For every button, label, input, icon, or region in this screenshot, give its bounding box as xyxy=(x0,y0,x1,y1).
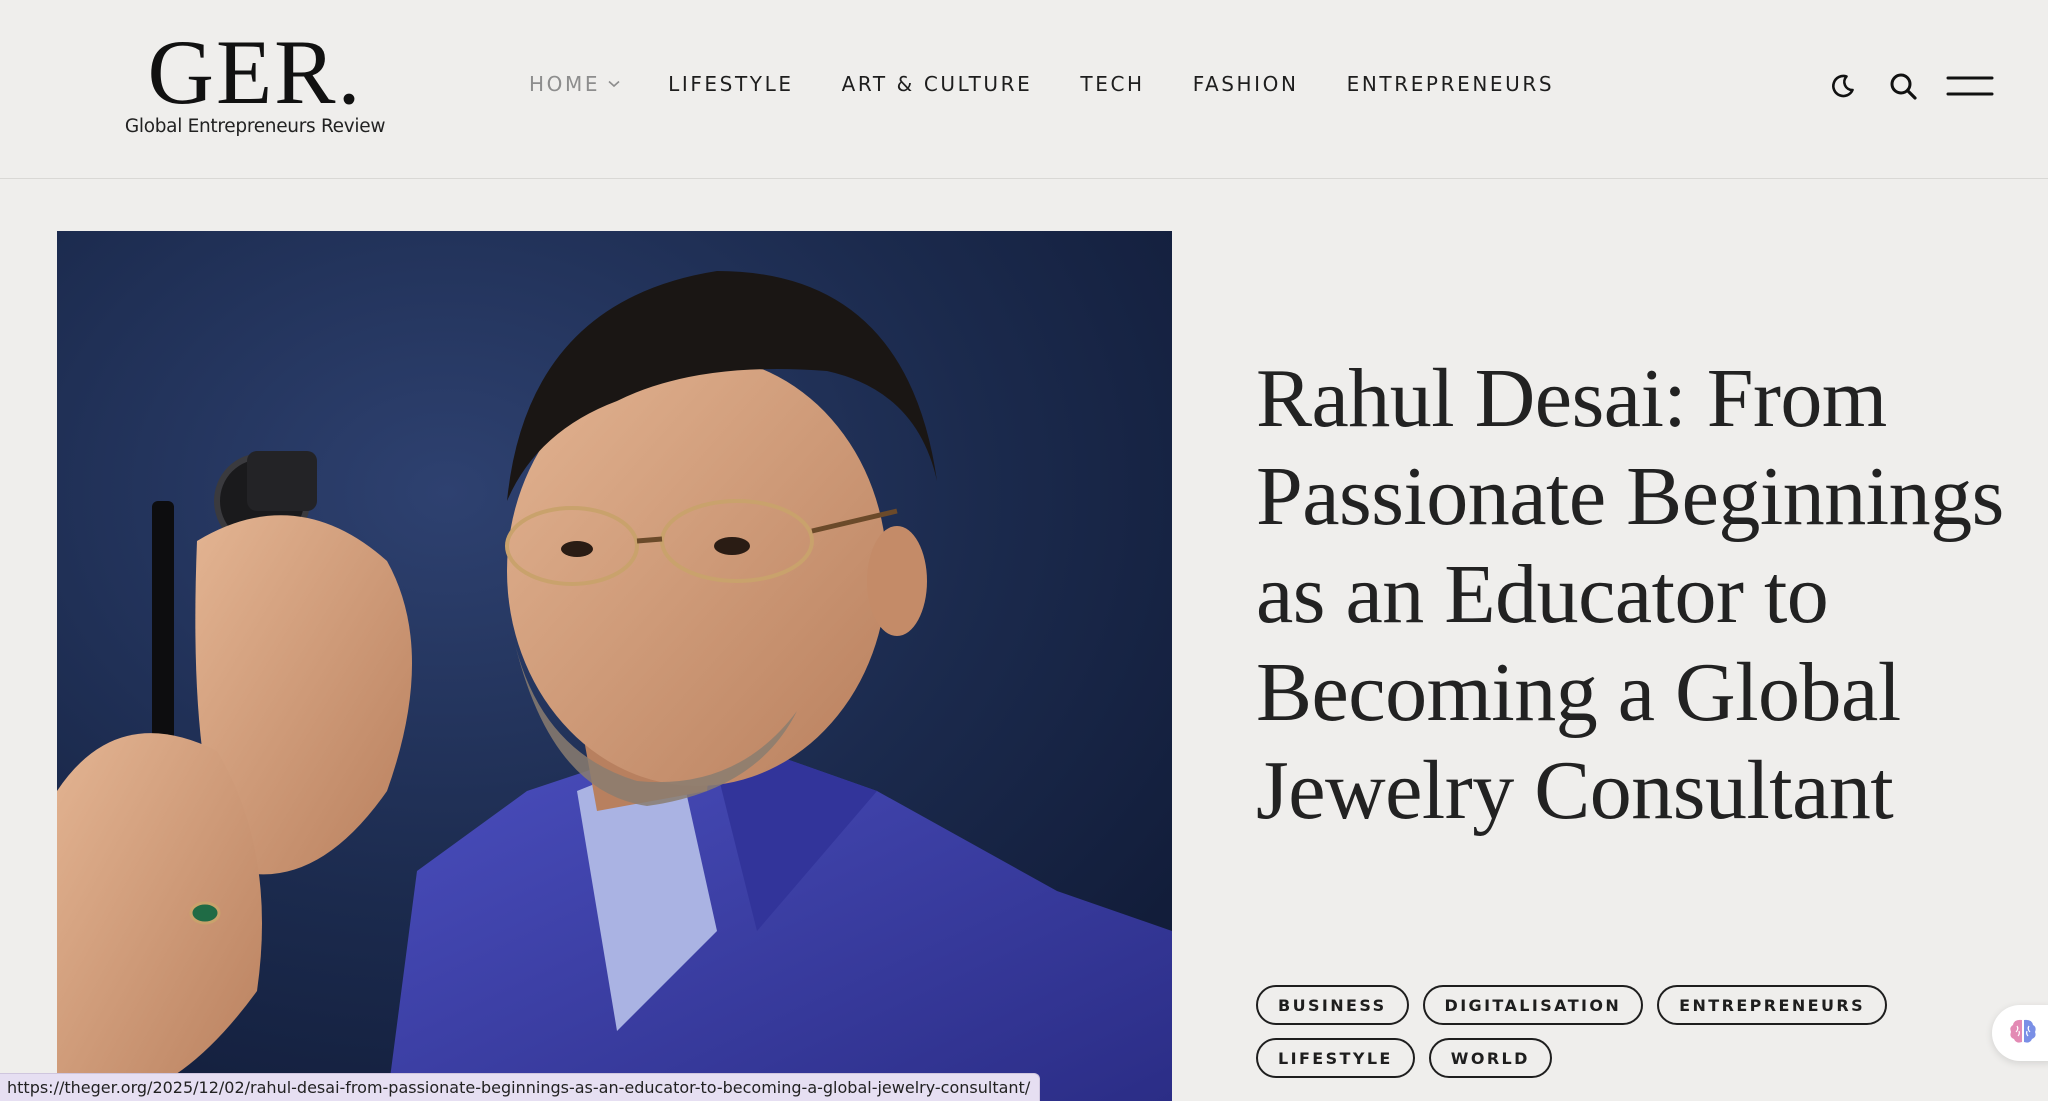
logo-mark: GER. xyxy=(147,21,363,123)
chevron-down-icon xyxy=(608,80,620,88)
logo-tagline: Global Entrepreneurs Review xyxy=(124,116,386,137)
floating-assistant-widget[interactable] xyxy=(1992,1005,2048,1061)
article-hero-image[interactable] xyxy=(57,231,1172,1101)
tag-lifestyle[interactable]: LIFESTYLE xyxy=(1256,1038,1415,1078)
nav-item-home[interactable]: HOME xyxy=(529,72,620,96)
search-icon[interactable] xyxy=(1889,72,1917,105)
article-title: Rahul Desai: From Passionate Beginnings … xyxy=(1256,352,2004,837)
nav-item-label: FASHION xyxy=(1192,72,1299,96)
nav-item-label: HOME xyxy=(529,72,601,96)
site-header: GER. Global Entrepreneurs Review HOME LI… xyxy=(0,0,2048,179)
site-logo[interactable]: GER. Global Entrepreneurs Review xyxy=(120,21,390,140)
status-bar-url: https://theger.org/2025/12/02/rahul-desa… xyxy=(0,1073,1041,1101)
article-header: Rahul Desai: From Passionate Beginnings … xyxy=(1256,350,2016,840)
main-nav: HOME LIFESTYLE ART & CULTURE TECH FASHIO… xyxy=(529,72,1602,96)
nav-item-label: ART & CULTURE xyxy=(841,72,1033,96)
brain-icon xyxy=(2008,1017,2038,1050)
tag-digitalisation[interactable]: DIGITALISATION xyxy=(1422,985,1644,1025)
dark-mode-moon-icon[interactable] xyxy=(1830,73,1856,104)
nav-item-lifestyle[interactable]: LIFESTYLE xyxy=(668,72,794,96)
nav-item-tech[interactable]: TECH xyxy=(1080,72,1144,96)
nav-item-label: TECH xyxy=(1080,72,1145,96)
tag-world[interactable]: WORLD xyxy=(1428,1038,1552,1078)
tag-business[interactable]: BUSINESS xyxy=(1256,985,1409,1025)
nav-item-label: ENTREPRENEURS xyxy=(1346,72,1555,96)
portrait-illustration xyxy=(57,231,1172,1101)
nav-item-label: LIFESTYLE xyxy=(668,72,794,96)
nav-item-fashion[interactable]: FASHION xyxy=(1193,72,1299,96)
nav-item-entrepreneurs[interactable]: ENTREPRENEURS xyxy=(1347,72,1555,96)
hamburger-menu-icon[interactable] xyxy=(1946,75,1994,102)
nav-item-art-culture[interactable]: ART & CULTURE xyxy=(842,72,1033,96)
article-tags: BUSINESS DIGITALISATION ENTREPRENEURS LI… xyxy=(1256,985,1956,1091)
tag-entrepreneurs[interactable]: ENTREPRENEURS xyxy=(1657,985,1887,1025)
